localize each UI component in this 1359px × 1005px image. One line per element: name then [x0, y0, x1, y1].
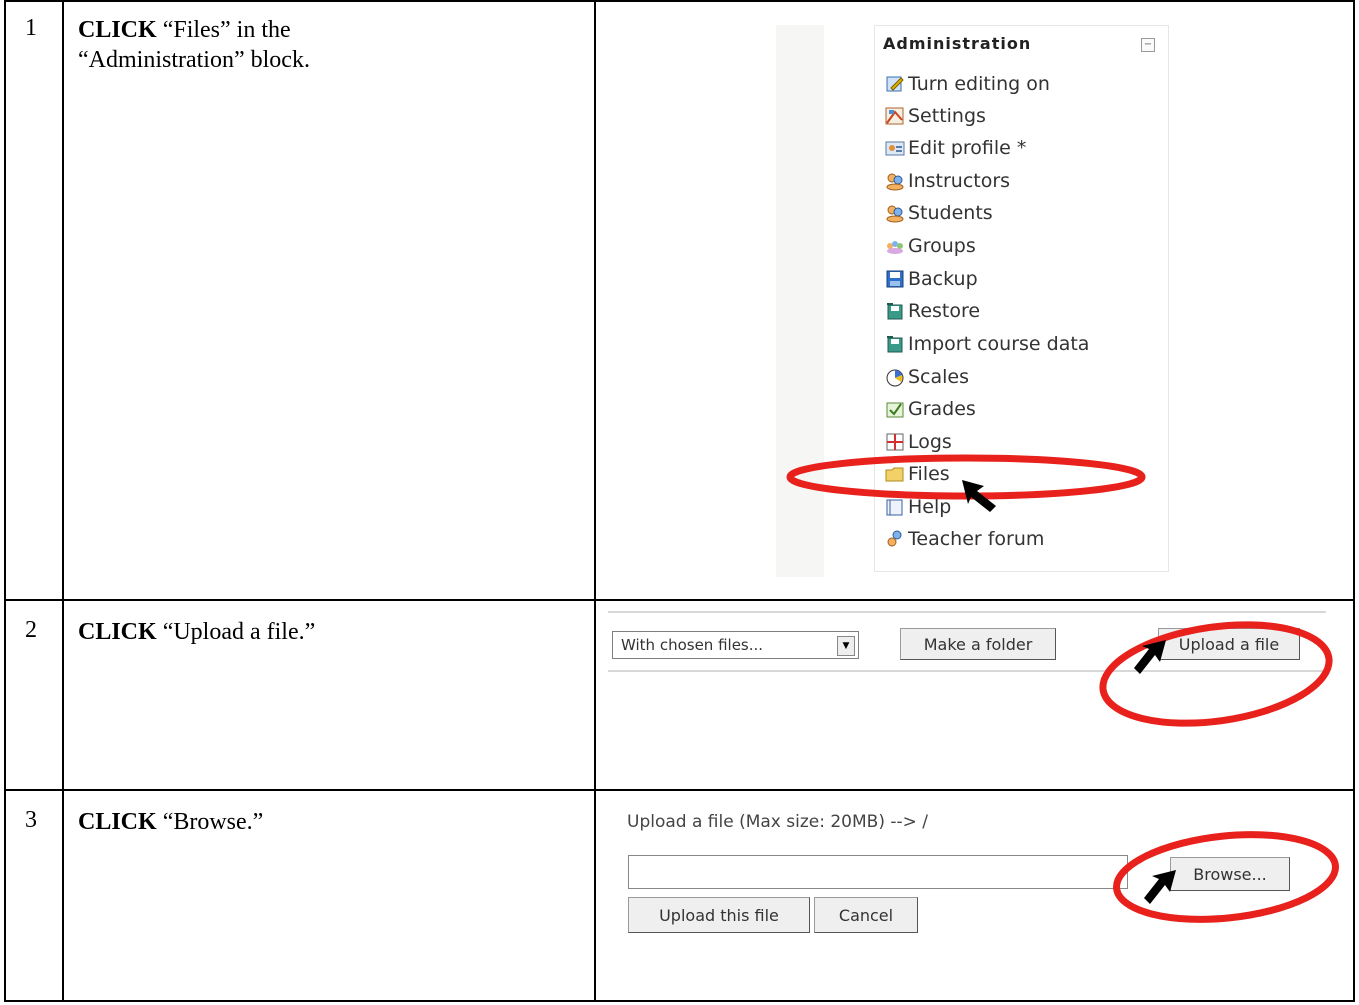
help-icon	[885, 497, 905, 517]
logs-icon	[885, 432, 905, 452]
upload-this-file-button[interactable]: Upload this file	[628, 897, 810, 933]
profile-icon	[885, 138, 905, 158]
admin-item-label: Grades	[908, 398, 976, 420]
admin-item-help[interactable]: Help	[885, 494, 951, 520]
step-number: 2	[25, 617, 37, 643]
step-text: “Browse.”	[156, 809, 264, 835]
table-border-row2-bottom	[4, 789, 1355, 791]
cancel-button[interactable]: Cancel	[814, 897, 918, 933]
admin-item-groups[interactable]: Groups	[885, 233, 976, 259]
admin-item-restore[interactable]: Restore	[885, 298, 980, 324]
step-instruction: CLICK “Files” in the “Administration” bl…	[78, 15, 378, 75]
step-instruction: CLICK “Upload a file.”	[78, 617, 578, 647]
step-number: 1	[25, 15, 37, 41]
import-icon	[885, 334, 905, 354]
admin-item-label: Import course data	[908, 333, 1090, 355]
screenshot-backdrop	[776, 25, 824, 577]
admin-item-label: Edit profile *	[908, 137, 1027, 159]
table-border-row1-bottom	[4, 599, 1355, 601]
step-number: 3	[25, 807, 37, 833]
forum-icon	[885, 529, 905, 549]
groups-icon	[885, 236, 905, 256]
backup-icon	[885, 269, 905, 289]
admin-item-label: Groups	[908, 235, 976, 257]
instruction-document: 1 2 3 CLICK “Files” in the “Administrati…	[0, 0, 1359, 1005]
step-action: CLICK	[78, 17, 157, 43]
table-border-right	[1353, 0, 1355, 1002]
admin-item-label: Restore	[908, 300, 981, 322]
restore-icon	[885, 301, 905, 321]
upload-form-title: Upload a file (Max size: 20MB) --> /	[627, 812, 929, 832]
browse-button[interactable]: Browse...	[1170, 857, 1290, 891]
toolbar-separator-bottom	[608, 670, 1326, 672]
table-border-col1	[62, 0, 64, 1002]
admin-item-label: Settings	[908, 105, 986, 127]
step-action: CLICK	[78, 809, 157, 835]
administration-title: Administration	[883, 34, 1032, 53]
admin-item-logs[interactable]: Logs	[885, 429, 952, 455]
step-action: CLICK	[78, 619, 157, 645]
users-icon	[885, 203, 905, 223]
folder-icon	[885, 464, 905, 484]
admin-item-label: Help	[908, 496, 952, 518]
admin-item-label: Files	[908, 463, 950, 485]
admin-item-scales[interactable]: Scales	[885, 364, 969, 390]
table-border-col2	[594, 0, 596, 1002]
select-value: With chosen files...	[621, 636, 764, 654]
toolbar-separator-top	[608, 611, 1326, 613]
admin-item-label: Backup	[908, 268, 978, 290]
admin-item-edit-profile[interactable]: Edit profile *	[885, 135, 1026, 161]
scales-icon	[885, 367, 905, 387]
collapse-icon[interactable]: −	[1141, 38, 1155, 52]
upload-file-button[interactable]: Upload a file	[1158, 628, 1300, 660]
grades-icon	[885, 399, 905, 419]
admin-item-backup[interactable]: Backup	[885, 266, 978, 292]
admin-item-teacher-forum[interactable]: Teacher forum	[885, 526, 1044, 552]
step-text: “Upload a file.”	[156, 619, 316, 645]
admin-item-label: Instructors	[908, 170, 1011, 192]
admin-item-label: Teacher forum	[908, 528, 1045, 550]
admin-item-label: Students	[908, 202, 993, 224]
edit-icon	[885, 74, 905, 94]
settings-icon	[885, 106, 905, 126]
file-path-input[interactable]	[628, 855, 1128, 889]
with-chosen-files-select[interactable]: With chosen files... ▼	[612, 631, 859, 659]
table-border-left	[4, 0, 6, 1002]
admin-item-settings[interactable]: Settings	[885, 103, 986, 129]
admin-item-students[interactable]: Students	[885, 200, 993, 226]
table-border-top	[4, 0, 1355, 2]
admin-item-label: Scales	[908, 366, 970, 388]
admin-item-import-course-data[interactable]: Import course data	[885, 331, 1089, 357]
admin-item-files[interactable]: Files	[885, 461, 950, 487]
chevron-down-icon[interactable]: ▼	[837, 636, 855, 656]
admin-item-label: Turn editing on	[908, 73, 1050, 95]
administration-block: Administration − Turn editing on Setting…	[874, 25, 1169, 572]
admin-item-grades[interactable]: Grades	[885, 396, 976, 422]
make-folder-button[interactable]: Make a folder	[900, 628, 1056, 660]
admin-item-label: Logs	[908, 431, 952, 453]
admin-item-instructors[interactable]: Instructors	[885, 168, 1010, 194]
users-icon	[885, 171, 905, 191]
table-border-bottom	[4, 1000, 1355, 1002]
step-instruction: CLICK “Browse.”	[78, 807, 578, 837]
admin-item-turn-editing-on[interactable]: Turn editing on	[885, 71, 1050, 97]
